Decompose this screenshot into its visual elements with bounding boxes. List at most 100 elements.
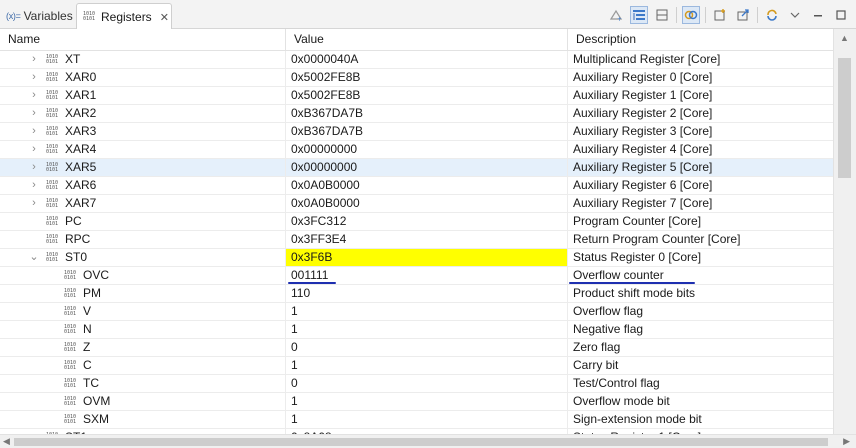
register-row[interactable]: 1010 0101 N 1 Negative flag [0, 321, 833, 339]
register-value-cell[interactable]: 0x5002FE8B [285, 69, 567, 86]
register-row[interactable]: 1010 0101 PM 110 Product shift mode bits [0, 285, 833, 303]
register-name-cell: › 1010 0101 XAR3 [0, 123, 285, 140]
register-row[interactable]: 1010 0101 OVC 001111 Overflow counter [0, 267, 833, 285]
scroll-left-icon[interactable]: ◀ [3, 435, 10, 448]
register-row[interactable]: › 1010 0101 XAR3 0xB367DA7B Auxiliary Registe… [0, 123, 833, 141]
register-icon: 10100101 [46, 72, 59, 83]
register-value-cell[interactable]: 0x00000000 [285, 159, 567, 176]
view-toolbar: + [602, 5, 850, 25]
close-icon[interactable]: ✕ [160, 11, 169, 24]
toolbar-separator [676, 7, 677, 23]
register-icon: 10100101 [46, 90, 59, 101]
register-value-cell[interactable]: 0 [285, 339, 567, 356]
collapse-icon[interactable]: ⌄ [28, 249, 40, 266]
tab-variables[interactable]: (x)= Variables [2, 3, 76, 29]
register-row[interactable]: 1010 0101 TC 0 Test/Control flag [0, 375, 833, 393]
register-value-cell[interactable]: 1 [285, 393, 567, 410]
scroll-right-icon[interactable]: ▶ [843, 435, 850, 448]
register-row[interactable]: 1010 0101 V 1 Overflow flag [0, 303, 833, 321]
register-description-cell: Status Register 0 [Core] [567, 249, 833, 266]
register-description-cell: Carry bit [567, 357, 833, 374]
register-value-cell[interactable]: 0x3FC312 [285, 213, 567, 230]
refresh-icon[interactable] [763, 6, 781, 24]
register-value-cell[interactable]: 0x3F6B [285, 249, 567, 266]
register-value-cell[interactable]: 0x0000040A [285, 51, 567, 68]
register-icon: 10100101 [64, 306, 77, 317]
register-name-cell: 1010 0101 OVM [0, 393, 285, 410]
column-header-value[interactable]: Value [285, 29, 567, 50]
vertical-scroll-thumb[interactable] [838, 58, 851, 178]
scroll-up-icon[interactable]: ▲ [840, 33, 849, 43]
register-name-cell: 1010 0101 OVC [0, 267, 285, 284]
register-value-cell[interactable]: 0xB367DA7B [285, 105, 567, 122]
collapse-all-icon[interactable] [630, 6, 648, 24]
register-value-cell[interactable]: 0xB367DA7B [285, 123, 567, 140]
vertical-scrollbar[interactable]: ▲ [833, 29, 856, 434]
expand-icon[interactable]: › [28, 195, 40, 212]
link-with-debug-icon[interactable] [682, 6, 700, 24]
register-description-cell: Auxiliary Register 1 [Core] [567, 87, 833, 104]
register-row[interactable]: › 1010 0101 XAR6 0x0A0B0000 Auxiliary Registe… [0, 177, 833, 195]
register-value-cell[interactable]: 0x5002FE8B [285, 87, 567, 104]
register-value-cell[interactable]: 1 [285, 411, 567, 428]
column-header-description[interactable]: Description [567, 29, 833, 50]
register-name-cell: ⌄ 1010 0101 ST0 [0, 249, 285, 266]
register-row[interactable]: 1010 0101 C 1 Carry bit [0, 357, 833, 375]
register-row[interactable]: 1010 0101 OVM 1 Overflow mode bit [0, 393, 833, 411]
horizontal-scrollbar[interactable]: ◀ ▶ [0, 434, 856, 448]
register-row[interactable]: › 1010 0101 XAR4 0x00000000 Auxiliary Registe… [0, 141, 833, 159]
register-row[interactable]: 1010 0101 SXM 1 Sign-extension mode bit [0, 411, 833, 429]
register-icon: 10100101 [64, 270, 77, 281]
register-value-cell[interactable]: 0 [285, 375, 567, 392]
annotation-underline-description [569, 282, 695, 284]
minimize-icon[interactable] [809, 6, 827, 24]
new-group-icon[interactable] [711, 6, 729, 24]
register-name: ST0 [65, 250, 88, 264]
register-value-cell[interactable]: 1 [285, 303, 567, 320]
show-type-names-icon[interactable]: + [607, 6, 625, 24]
register-value-cell[interactable]: 0x0A0B0000 [285, 177, 567, 194]
expand-icon[interactable]: › [28, 105, 40, 122]
tab-registers[interactable]: 1010 0101 Registers ✕ [76, 3, 172, 30]
register-row[interactable]: › 1010 0101 XAR5 0x00000000 Auxiliary Registe… [0, 159, 833, 177]
register-row[interactable]: 1010 0101 Z 0 Zero flag [0, 339, 833, 357]
register-description-cell: Multiplicand Register [Core] [567, 51, 833, 68]
register-icon: 10100101 [64, 414, 77, 425]
register-row[interactable]: › 1010 0101 XAR0 0x5002FE8B Auxiliary Registe… [0, 69, 833, 87]
register-row[interactable]: 1010 0101 PC 0x3FC312 Program Counter [Core] [0, 213, 833, 231]
expand-icon[interactable]: › [28, 159, 40, 176]
register-icon: 10100101 [64, 288, 77, 299]
register-value-cell[interactable]: 1 [285, 357, 567, 374]
view-menu-icon[interactable] [786, 6, 804, 24]
register-row[interactable]: › 1010 0101 XAR2 0xB367DA7B Auxiliary Registe… [0, 105, 833, 123]
register-name: V [83, 304, 92, 318]
register-row[interactable]: › 1010 0101 XAR1 0x5002FE8B Auxiliary Registe… [0, 87, 833, 105]
maximize-icon[interactable] [832, 6, 850, 24]
expand-icon[interactable]: › [28, 69, 40, 86]
expand-icon[interactable]: › [28, 123, 40, 140]
register-row[interactable]: 1010 0101 RPC 0x3FF3E4 Return Program Counte… [0, 231, 833, 249]
register-icon: 10100101 [64, 360, 77, 371]
horizontal-scroll-thumb[interactable] [14, 438, 828, 446]
register-value-cell[interactable]: 1 [285, 321, 567, 338]
expand-icon[interactable]: › [28, 141, 40, 158]
layout-icon[interactable] [653, 6, 671, 24]
register-name-cell: › 1010 0101 XT [0, 51, 285, 68]
register-value-cell[interactable]: 110 [285, 285, 567, 302]
expand-icon[interactable]: › [28, 177, 40, 194]
register-value-cell[interactable]: 0x3FF3E4 [285, 231, 567, 248]
expand-icon[interactable]: › [28, 51, 40, 68]
register-name-cell: › 1010 0101 XAR4 [0, 141, 285, 158]
register-value-cell[interactable]: 0x0A0B0000 [285, 195, 567, 212]
export-icon[interactable] [734, 6, 752, 24]
register-description-cell: Negative flag [567, 321, 833, 338]
register-row[interactable]: ⌄ 1010 0101 ST0 0x3F6B Status Register 0 [Cor… [0, 249, 833, 267]
register-value-cell[interactable]: 0x00000000 [285, 141, 567, 158]
column-header: Name Value Description [0, 29, 833, 51]
register-row[interactable]: › 1010 0101 XAR7 0x0A0B0000 Auxiliary Registe… [0, 195, 833, 213]
register-name: RPC [65, 232, 91, 246]
register-name-cell: 1010 0101 N [0, 321, 285, 338]
column-header-name[interactable]: Name [0, 29, 285, 50]
register-row[interactable]: › 1010 0101 XT 0x0000040A Multiplicand Regist… [0, 51, 833, 69]
expand-icon[interactable]: › [28, 87, 40, 104]
